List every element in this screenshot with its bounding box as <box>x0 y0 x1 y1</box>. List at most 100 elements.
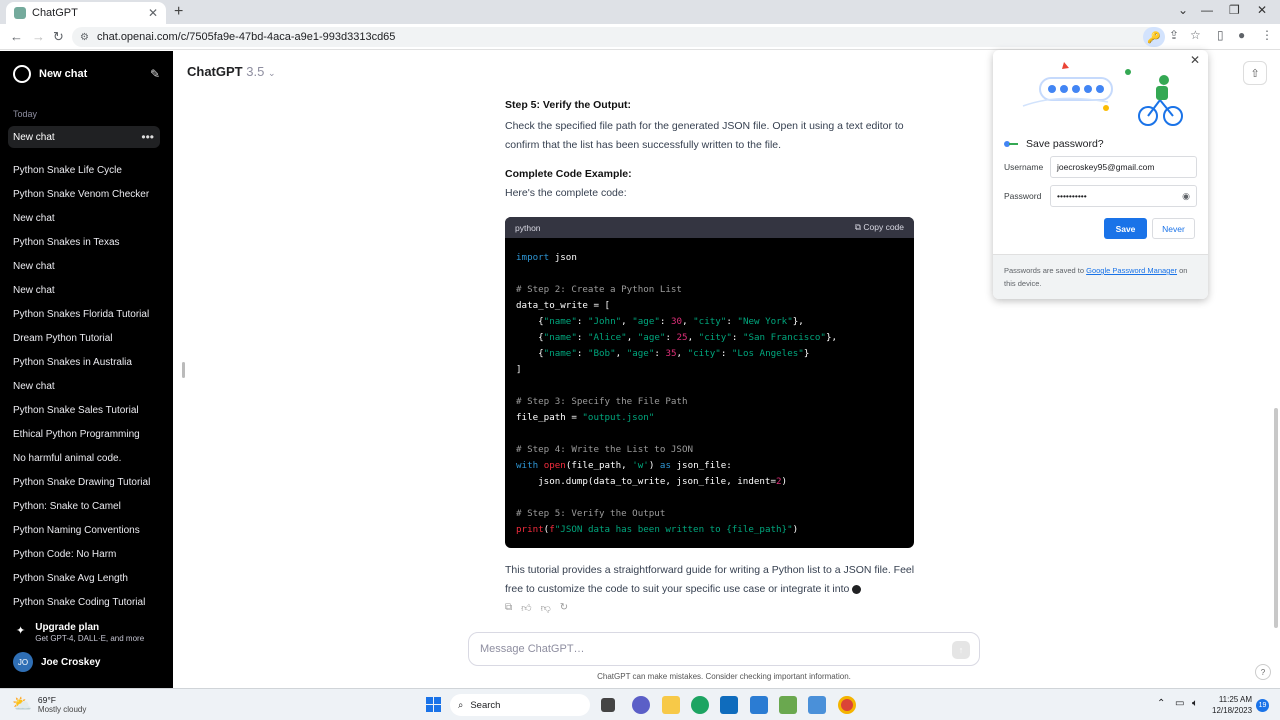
sidebar-item[interactable]: Dream Python Tutorial <box>13 330 163 354</box>
step5-heading: Step 5: Verify the Output: <box>505 99 632 111</box>
copy-code-label: Copy code <box>863 222 904 232</box>
copy-code-button[interactable]: ⧉ Copy code <box>855 222 904 233</box>
sidebar-item[interactable]: Python Snake Drawing Tutorial <box>13 474 163 498</box>
task-view-icon[interactable] <box>601 698 615 712</box>
password-illustration <box>1022 62 1183 126</box>
sidebar-item[interactable]: Ethical Python Programming <box>13 426 163 450</box>
chevron-up-icon[interactable]: ⌃ <box>1157 698 1165 709</box>
vscode-icon[interactable] <box>750 696 768 714</box>
message-actions: ⧉ 👍︎ 👎︎ ↻ <box>505 602 568 614</box>
edge-icon[interactable] <box>691 696 709 714</box>
share-page-icon[interactable]: ⇪ <box>1169 28 1179 42</box>
sidebar-item[interactable]: No harmful animal code. <box>13 450 163 474</box>
section-heading-today: Today <box>13 109 38 119</box>
url-field[interactable]: ⚙ chat.openai.com/c/7505fa9e-47bd-4aca-a… <box>72 27 1162 47</box>
chrome-icon[interactable] <box>838 696 856 714</box>
bookmark-star-icon[interactable]: ☆ <box>1190 28 1201 42</box>
clipboard-icon: ⧉ <box>854 222 861 232</box>
message-input[interactable]: Message ChatGPT… ↑ <box>468 632 980 666</box>
save-button[interactable]: Save <box>1104 218 1147 239</box>
eye-icon[interactable]: ◉ <box>1182 191 1190 202</box>
notepad-icon[interactable] <box>779 696 797 714</box>
new-tab-button[interactable]: + <box>174 3 183 21</box>
profile-icon[interactable]: ● <box>1238 28 1245 42</box>
network-icon[interactable]: ▭ <box>1175 698 1184 709</box>
minimize-icon[interactable]: — <box>1201 3 1213 17</box>
taskbar-search[interactable]: ⌕ Search <box>450 694 590 716</box>
notification-badge[interactable]: 19 <box>1256 699 1269 712</box>
sidebar-item[interactable]: Python Snake Coding Tutorial <box>13 594 163 618</box>
sidebar-item[interactable]: Python Snake Avg Length <box>13 570 163 594</box>
dropdown-icon[interactable]: ⌄ <box>1178 3 1188 17</box>
tab-close-icon[interactable]: ✕ <box>148 6 158 20</box>
chat-icon[interactable] <box>632 696 650 714</box>
sidebar-item[interactable]: Python Code: No Harm <box>13 546 163 570</box>
user-menu[interactable]: JO Joe Croskey <box>13 652 100 672</box>
thumbs-up-icon[interactable]: 👍︎ <box>521 602 531 614</box>
window-close-icon[interactable]: ✕ <box>1257 3 1267 17</box>
sidebar-item[interactable]: Python Snake Life Cycle <box>13 162 163 186</box>
share-button[interactable]: ⇧ <box>1243 61 1267 85</box>
sidebar: New chat ✎ Today New chat ••• Python Sna… <box>0 51 173 688</box>
chrome-menu-icon[interactable]: ⋮ <box>1261 28 1273 42</box>
password-label: Password <box>1004 191 1042 201</box>
complete-code-heading: Complete Code Example: <box>505 168 632 180</box>
app-icon[interactable] <box>808 696 826 714</box>
reload-icon[interactable]: ↻ <box>53 29 64 45</box>
forward-icon[interactable]: → <box>32 29 45 44</box>
sidebar-item-active[interactable]: New chat ••• <box>8 126 160 148</box>
sidebar-item[interactable]: Python Snake Venom Checker <box>13 186 163 210</box>
close-icon[interactable]: ✕ <box>1190 53 1200 67</box>
browser-tab[interactable]: ChatGPT ✕ <box>6 2 166 24</box>
send-button[interactable]: ↑ <box>952 641 970 659</box>
system-clock[interactable]: 11:25 AM 12/18/2023 <box>1212 694 1252 716</box>
sidebar-item[interactable]: Python: Snake to Camel <box>13 498 163 522</box>
password-field[interactable]: •••••••••• ◉ <box>1050 185 1197 207</box>
volume-icon[interactable]: 🔈︎ <box>1192 698 1198 709</box>
username-value: joecroskey95@gmail.com <box>1057 162 1155 172</box>
scrollbar[interactable] <box>1274 408 1278 628</box>
code-line: print(f"JSON data has been written to {f… <box>516 524 799 535</box>
upgrade-plan-button[interactable]: ✦ Upgrade plan Get GPT-4, DALL·E, and mo… <box>16 622 144 643</box>
never-button[interactable]: Never <box>1152 218 1195 239</box>
maximize-icon[interactable]: ❐ <box>1229 3 1240 17</box>
sidebar-item[interactable]: Python Snakes in Australia <box>13 354 163 378</box>
sidebar-item[interactable]: Python Snake Sales Tutorial <box>13 402 163 426</box>
code-line: # Step 3: Specify the File Path <box>516 396 688 407</box>
weather-widget[interactable]: ⛅ 69°F Mostly cloudy <box>12 694 86 714</box>
help-button[interactable]: ? <box>1255 664 1271 680</box>
file-explorer-icon[interactable] <box>662 696 680 714</box>
site-info-icon[interactable]: ⚙ <box>80 32 89 43</box>
model-selector[interactable]: ChatGPT 3.5 ⌄ <box>187 64 276 79</box>
sidebar-item[interactable]: New chat <box>13 378 163 402</box>
password-key-icon[interactable]: 🔑 <box>1143 27 1165 47</box>
sidebar-item[interactable]: New chat <box>13 210 163 234</box>
code-block: python ⧉ Copy code import json # Step 2:… <box>505 217 914 548</box>
windows-start-icon[interactable] <box>426 697 441 712</box>
code-line: {"name": "Alice", "age": 25, "city": "Sa… <box>516 332 838 343</box>
compose-icon[interactable]: ✎ <box>150 67 160 81</box>
sidebar-item[interactable]: Python Naming Conventions <box>13 522 163 546</box>
code-content: import json # Step 2: Create a Python Li… <box>505 238 914 548</box>
username-field[interactable]: joecroskey95@gmail.com <box>1050 156 1197 178</box>
sidebar-item[interactable]: New chat <box>13 282 163 306</box>
side-panel-icon[interactable]: ▯ <box>1217 28 1224 42</box>
copy-icon[interactable]: ⧉ <box>505 602 512 614</box>
sidebar-toggle-handle[interactable] <box>182 362 185 378</box>
password-manager-link[interactable]: Google Password Manager <box>1086 266 1177 275</box>
code-line: json.dump(data_to_write, json_file, inde… <box>516 476 788 487</box>
url-text: chat.openai.com/c/7505fa9e-47bd-4aca-a9e… <box>96 31 396 43</box>
thumbs-down-icon[interactable]: 👎︎ <box>541 602 551 614</box>
back-icon[interactable]: ← <box>10 29 23 44</box>
sidebar-item[interactable]: New chat <box>13 258 163 282</box>
new-chat-button[interactable]: New chat ✎ <box>8 63 160 85</box>
sidebar-item[interactable]: Python Snakes in Texas <box>13 234 163 258</box>
sidebar-item[interactable]: Python Snakes Florida Tutorial <box>13 306 163 330</box>
avatar: JO <box>13 652 33 672</box>
store-icon[interactable] <box>720 696 738 714</box>
regenerate-icon[interactable]: ↻ <box>560 602 568 614</box>
more-options-icon[interactable]: ••• <box>141 130 154 144</box>
